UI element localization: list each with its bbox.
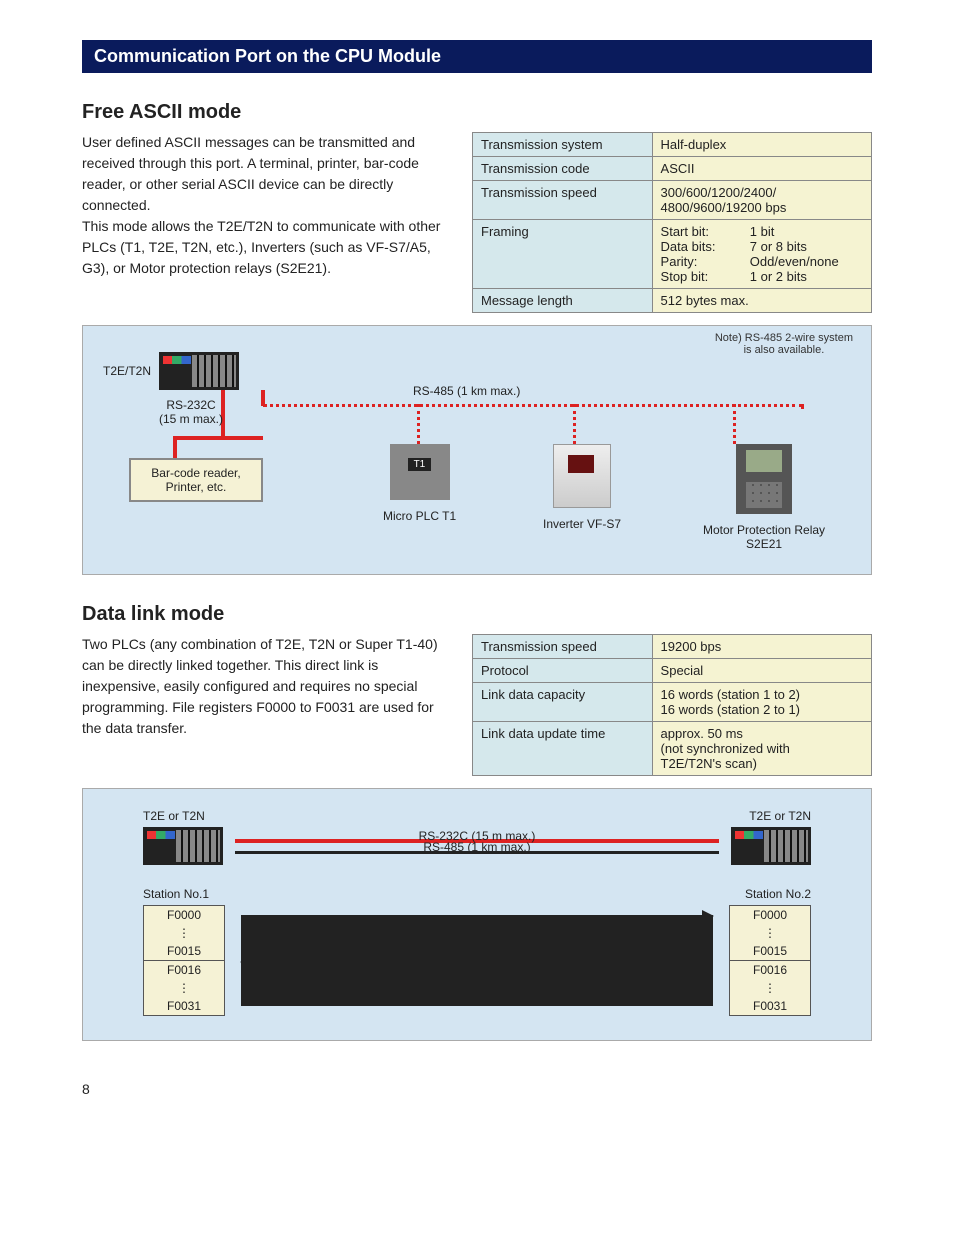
station1-label: Station No.1 [143, 887, 209, 901]
station2-regs-top: F0000 ⋮ F0015 [729, 905, 811, 961]
arrow-left-icon [241, 961, 713, 1007]
section1-heading: Free ASCII mode [82, 101, 872, 124]
plc-icon [159, 352, 239, 390]
device-relay-icon [736, 444, 792, 514]
section2-heading: Data link mode [82, 603, 872, 626]
plc-left-icon [143, 827, 223, 865]
station1-regs-bot: F0016 ⋮ F0031 [143, 961, 225, 1016]
plc-right-label: T2E or T2N [749, 809, 811, 823]
section1-paragraph: User defined ASCII messages can be trans… [82, 132, 452, 279]
ascii-spec-table: Transmission systemHalf-duplex Transmiss… [472, 132, 872, 313]
device-inverter-label: Inverter VF-S7 [543, 517, 621, 531]
device-inverter-icon [553, 444, 611, 508]
device-barcode: Bar-code reader, Printer, etc. [129, 458, 263, 502]
device-t1-icon: T1 [390, 444, 450, 500]
page-number: 8 [82, 1081, 872, 1097]
plc-left-label: T2E or T2N [143, 809, 205, 823]
datalink-diagram: T2E or T2N T2E or T2N RS-232C (15 m max.… [82, 788, 872, 1041]
ascii-mode-diagram: Note) RS-485 2-wire system is also avail… [82, 325, 872, 575]
arrow-right-icon [241, 915, 713, 961]
datalink-spec-table: Transmission speed19200 bps ProtocolSpec… [472, 634, 872, 776]
section2-paragraph: Two PLCs (any combination of T2E, T2N or… [82, 634, 452, 739]
diagram1-note: Note) RS-485 2-wire system is also avail… [715, 332, 853, 356]
rs232-label: RS-232C (15 m max.) [159, 398, 223, 426]
rs485-line-label: RS-485 (1 km max.) [229, 840, 725, 854]
station2-regs-bot: F0016 ⋮ F0031 [729, 961, 811, 1016]
device-relay-label: Motor Protection Relay S2E21 [703, 523, 825, 551]
plc-label: T2E/T2N [103, 364, 151, 378]
station2-label: Station No.2 [745, 887, 811, 901]
device-t1-label: Micro PLC T1 [383, 509, 456, 523]
station1-regs-top: F0000 ⋮ F0015 [143, 905, 225, 961]
rs485-label: RS-485 (1 km max.) [413, 384, 520, 398]
plc-right-icon [731, 827, 811, 865]
title-bar: Communication Port on the CPU Module [82, 40, 872, 73]
